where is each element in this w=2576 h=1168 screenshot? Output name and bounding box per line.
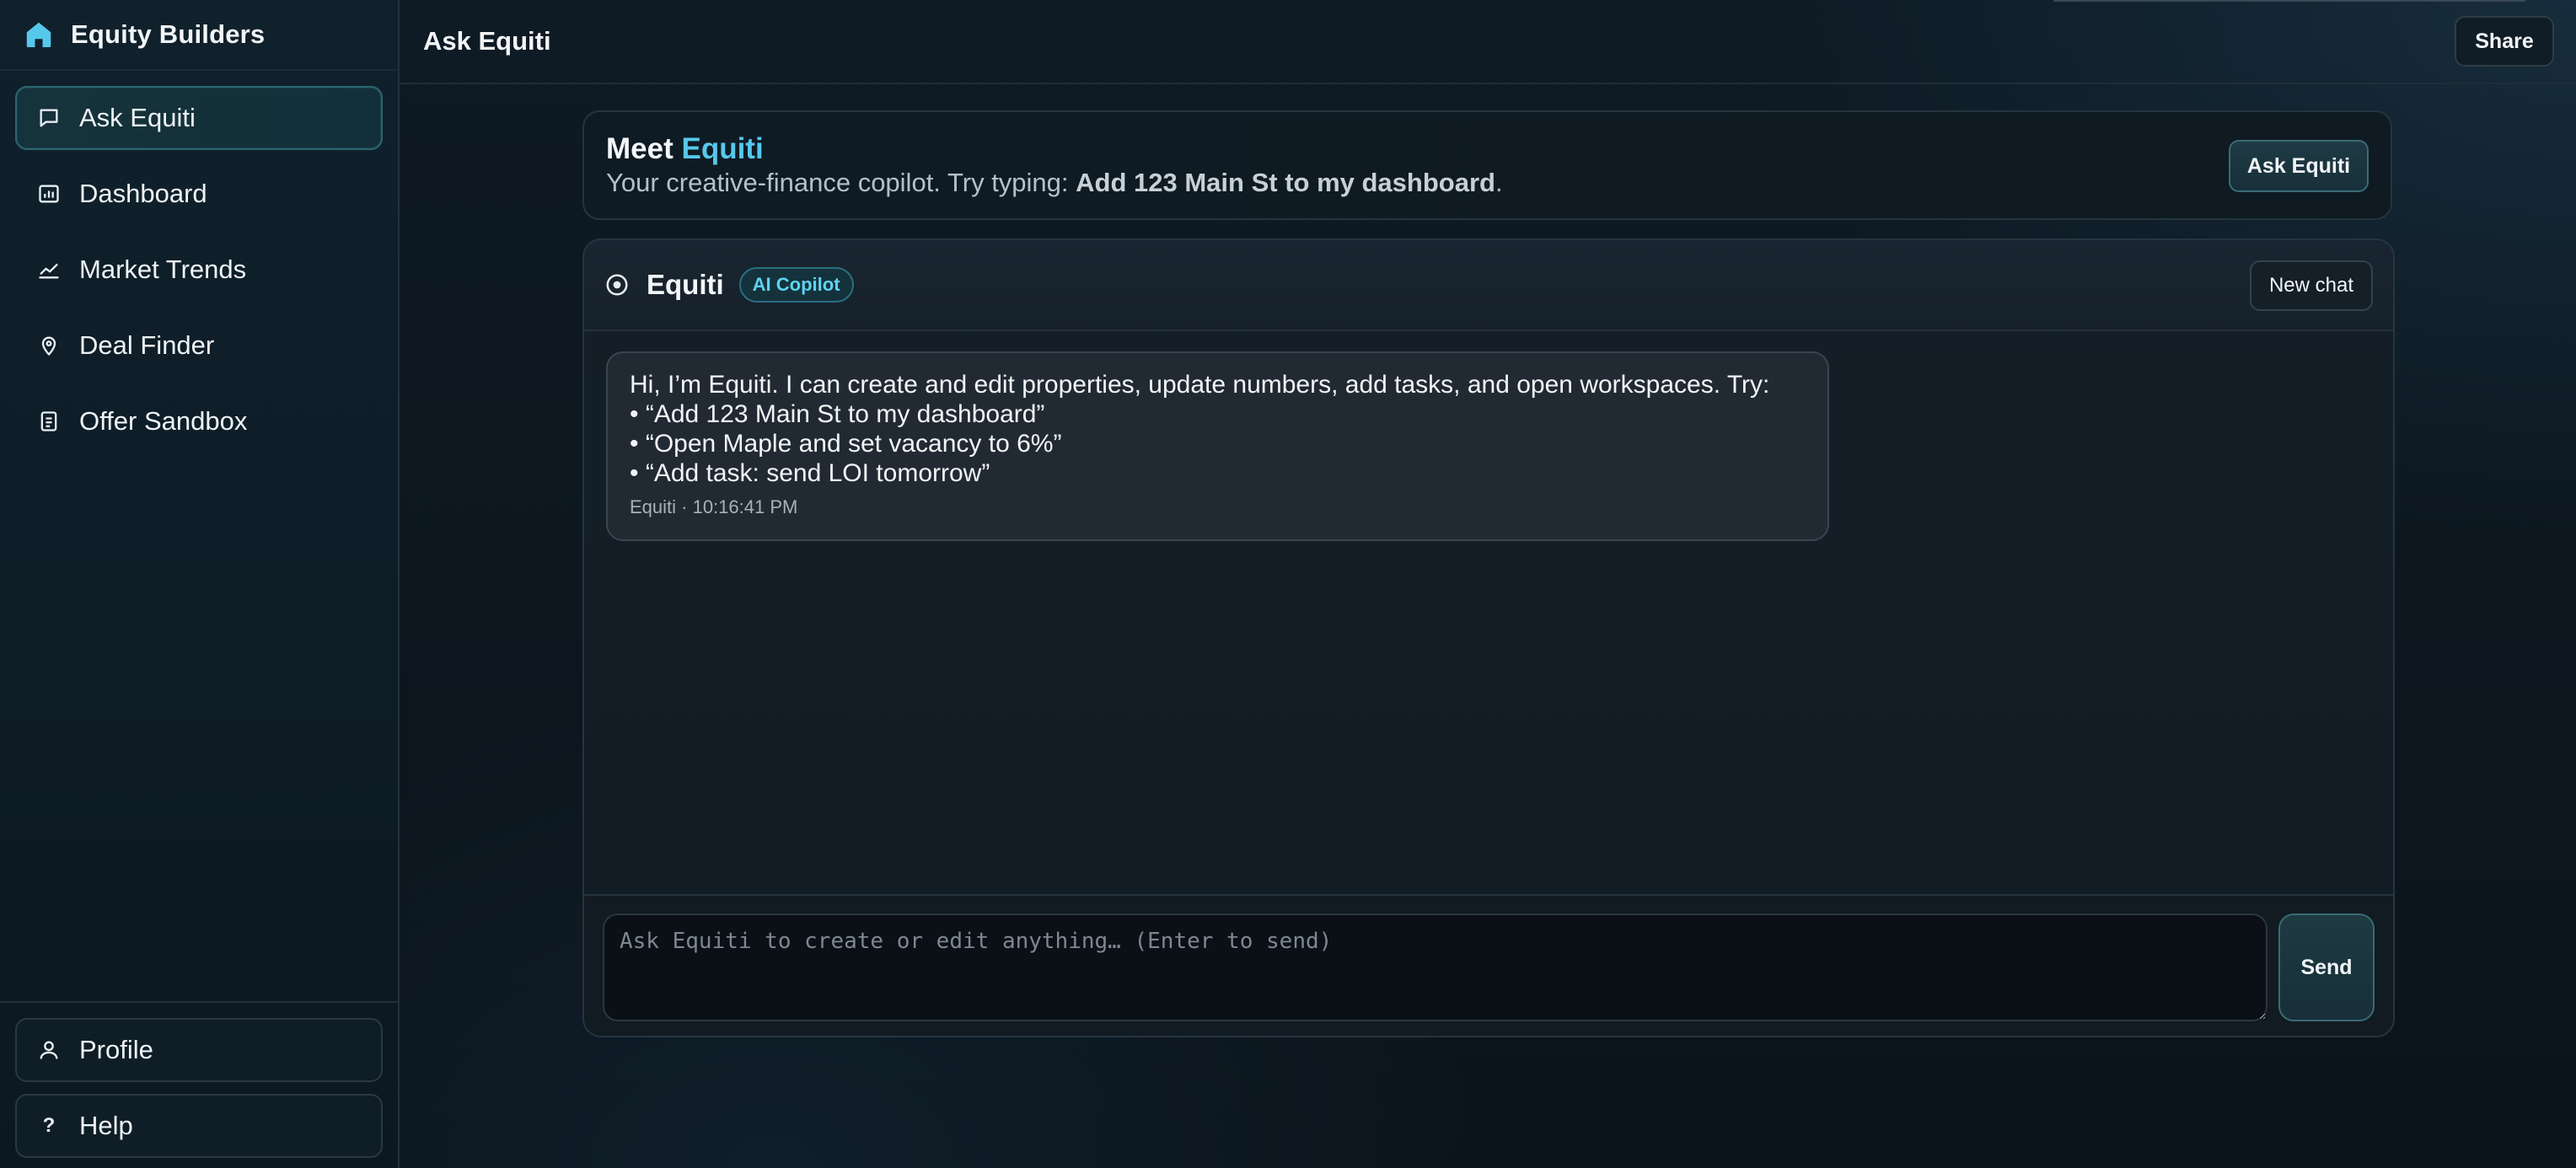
sidebar-item-help[interactable]: ? Help <box>15 1094 383 1158</box>
meet-subtitle-example: Add 123 Main St to my dashboard <box>1076 168 1495 197</box>
new-chat-button[interactable]: New chat <box>2250 260 2373 311</box>
sidebar-item-label: Dashboard <box>79 179 207 208</box>
home-icon <box>24 19 54 50</box>
document-icon <box>37 410 61 433</box>
sidebar-footer: Profile ? Help <box>0 1001 398 1168</box>
chat-panel: Equiti AI Copilot New chat Hi, I’m Equit… <box>582 238 2395 1037</box>
chat-header: Equiti AI Copilot New chat <box>584 240 2393 331</box>
send-button[interactable]: Send <box>2278 914 2375 1021</box>
sidebar-item-label: Profile <box>79 1035 153 1064</box>
meet-subtitle-prefix: Your creative-finance copilot. Try typin… <box>606 168 1069 197</box>
question-icon: ? <box>42 1114 56 1137</box>
app-shell: Equity Builders Ask Equiti Dashboard Mar… <box>0 0 2576 1168</box>
chat-title: Equiti <box>647 269 724 300</box>
meet-title-prefix: Meet <box>606 132 674 165</box>
meet-subtitle: Your creative-finance copilot. Try typin… <box>606 166 2369 200</box>
sidebar-item-dashboard[interactable]: Dashboard <box>15 162 383 226</box>
meet-title-accent: Equiti <box>681 132 764 165</box>
chat-bubble-icon <box>37 106 61 130</box>
sidebar-nav: Ask Equiti Dashboard Market Trends Deal … <box>15 86 383 465</box>
meet-equiti-banner: Meet Equiti Your creative-finance copilo… <box>582 110 2392 220</box>
sidebar-item-label: Help <box>79 1111 133 1140</box>
page-title: Ask Equiti <box>423 26 551 56</box>
sidebar-item-label: Ask Equiti <box>79 103 196 132</box>
ai-copilot-badge: AI Copilot <box>738 267 854 303</box>
sidebar-item-label: Offer Sandbox <box>79 406 248 436</box>
map-pin-icon <box>37 334 61 357</box>
message-line: • “Add task: send LOI tomorrow” <box>630 459 990 487</box>
ask-equiti-button[interactable]: Ask Equiti <box>2229 140 2369 192</box>
bar-chart-icon <box>37 182 61 206</box>
share-button[interactable]: Share <box>2455 16 2554 67</box>
sidebar-item-label: Deal Finder <box>79 330 215 360</box>
composer: Send <box>584 894 2393 1036</box>
sidebar-item-market-trends[interactable]: Market Trends <box>15 238 383 302</box>
message-meta: Equiti · 10:16:41 PM <box>630 496 798 517</box>
sidebar-item-ask-equiti[interactable]: Ask Equiti <box>15 86 383 150</box>
brand-name: Equity Builders <box>71 19 266 49</box>
meet-title: Meet Equiti <box>606 132 2369 166</box>
message-line: • “Open Maple and set vacancy to 6%” <box>630 430 1062 458</box>
top-bar: Ask Equiti Share <box>400 0 2576 84</box>
meet-subtitle-suffix: . <box>1495 168 1503 197</box>
top-divider <box>2053 0 2525 2</box>
brand[interactable]: Equity Builders <box>0 0 398 71</box>
trend-line-icon <box>37 258 61 281</box>
sidebar-item-label: Market Trends <box>79 254 247 284</box>
message-line: Hi, I’m Equiti. I can create and edit pr… <box>630 371 1770 399</box>
message-line: • “Add 123 Main St to my dashboard” <box>630 400 1045 428</box>
message-input[interactable] <box>603 914 2267 1021</box>
assistant-message: Hi, I’m Equiti. I can create and edit pr… <box>606 351 1829 541</box>
sidebar-item-offer-sandbox[interactable]: Offer Sandbox <box>15 389 383 453</box>
target-icon <box>604 272 630 297</box>
sidebar-item-deal-finder[interactable]: Deal Finder <box>15 313 383 378</box>
sidebar-item-profile[interactable]: Profile <box>15 1018 383 1082</box>
user-icon <box>37 1038 61 1062</box>
sidebar: Equity Builders Ask Equiti Dashboard Mar… <box>0 0 400 1168</box>
